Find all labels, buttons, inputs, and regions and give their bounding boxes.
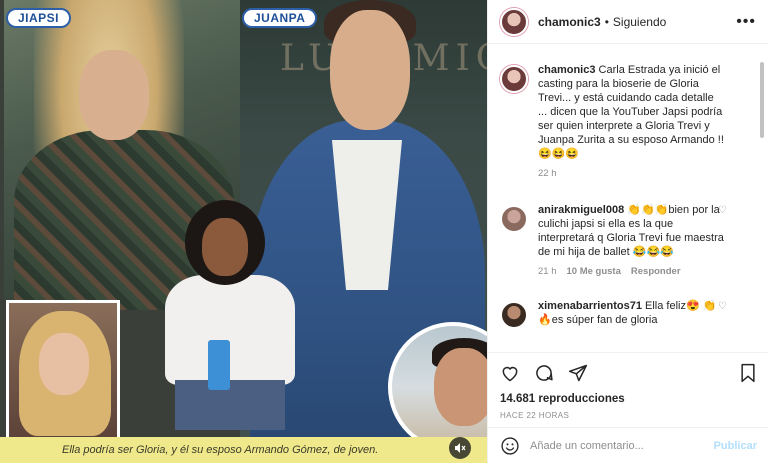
name-label-jiapsi: JIAPSI [6, 8, 72, 28]
media-caption: Ella podría ser Gloria, y él su esposo A… [62, 444, 379, 456]
inset-photo-gloria [6, 300, 120, 440]
like-comment-heart-icon[interactable]: ♡ [718, 301, 727, 312]
post-header: chamonic3 • Siguiendo ••• [488, 0, 768, 44]
avatar[interactable] [500, 301, 528, 329]
mute-button[interactable] [449, 437, 471, 459]
post-actions: 14.681 reproducciones HACE 22 HORAS [488, 352, 768, 420]
photo-woman-with-cup [160, 200, 300, 430]
avatar[interactable] [500, 65, 528, 93]
post-media[interactable]: LUIS MIGUEL JIAPSI JUANPA Ella podría se… [0, 0, 487, 463]
comment-username[interactable]: chamonic3 [538, 64, 595, 76]
comment-username[interactable]: ximenabarrientos71 [538, 300, 642, 312]
view-count[interactable]: 14.681 reproducciones [500, 393, 757, 405]
post-timestamp[interactable]: HACE 22 HORAS [500, 411, 757, 420]
comments-scrollbar[interactable] [760, 62, 764, 138]
comment-text: Carla Estrada ya inició el casting para … [538, 64, 724, 160]
comment-username[interactable]: anirakmiguel008 [538, 204, 624, 216]
list-item: anirakmiguel008 👏👏👏bien por la culichi j… [488, 203, 763, 279]
publish-button[interactable]: Publicar [714, 440, 757, 452]
more-options-icon[interactable]: ••• [736, 13, 756, 31]
avatar[interactable] [500, 205, 528, 233]
comment-input[interactable] [530, 439, 714, 452]
like-comment-heart-icon[interactable]: ♡ [718, 205, 727, 216]
like-heart-icon[interactable] [500, 363, 520, 383]
header-username[interactable]: chamonic3 [538, 15, 601, 29]
comment-bubble-icon[interactable] [534, 363, 554, 383]
list-item: ximenabarrientos71 Ella feliz😍 👏🔥es súpe… [488, 299, 763, 329]
post-sidebar: chamonic3 • Siguiendo ••• chamonic3 Carl… [487, 0, 768, 463]
comment-composer: Publicar [488, 427, 768, 463]
share-paper-plane-icon[interactable] [568, 363, 588, 383]
reply-button[interactable]: Responder [631, 265, 681, 279]
follow-status-button[interactable]: Siguiendo [613, 15, 666, 29]
speaker-muted-icon [455, 443, 466, 453]
name-label-juanpa: JUANPA [242, 8, 318, 28]
separator-dot: • [604, 14, 609, 29]
emoji-smiley-icon[interactable] [500, 436, 520, 456]
comment-likes[interactable]: 10 Me gusta [567, 265, 621, 279]
caption-comment: chamonic3 Carla Estrada ya inició el cas… [488, 63, 763, 181]
caption-bar: Ella podría ser Gloria, y él su esposo A… [0, 437, 487, 463]
avatar[interactable] [500, 7, 528, 36]
bookmark-icon[interactable] [739, 363, 757, 383]
comment-time[interactable]: 21 h [538, 265, 557, 279]
comments-list[interactable]: chamonic3 Carla Estrada ya inició el cas… [488, 45, 763, 351]
comment-time[interactable]: 22 h [538, 167, 557, 181]
